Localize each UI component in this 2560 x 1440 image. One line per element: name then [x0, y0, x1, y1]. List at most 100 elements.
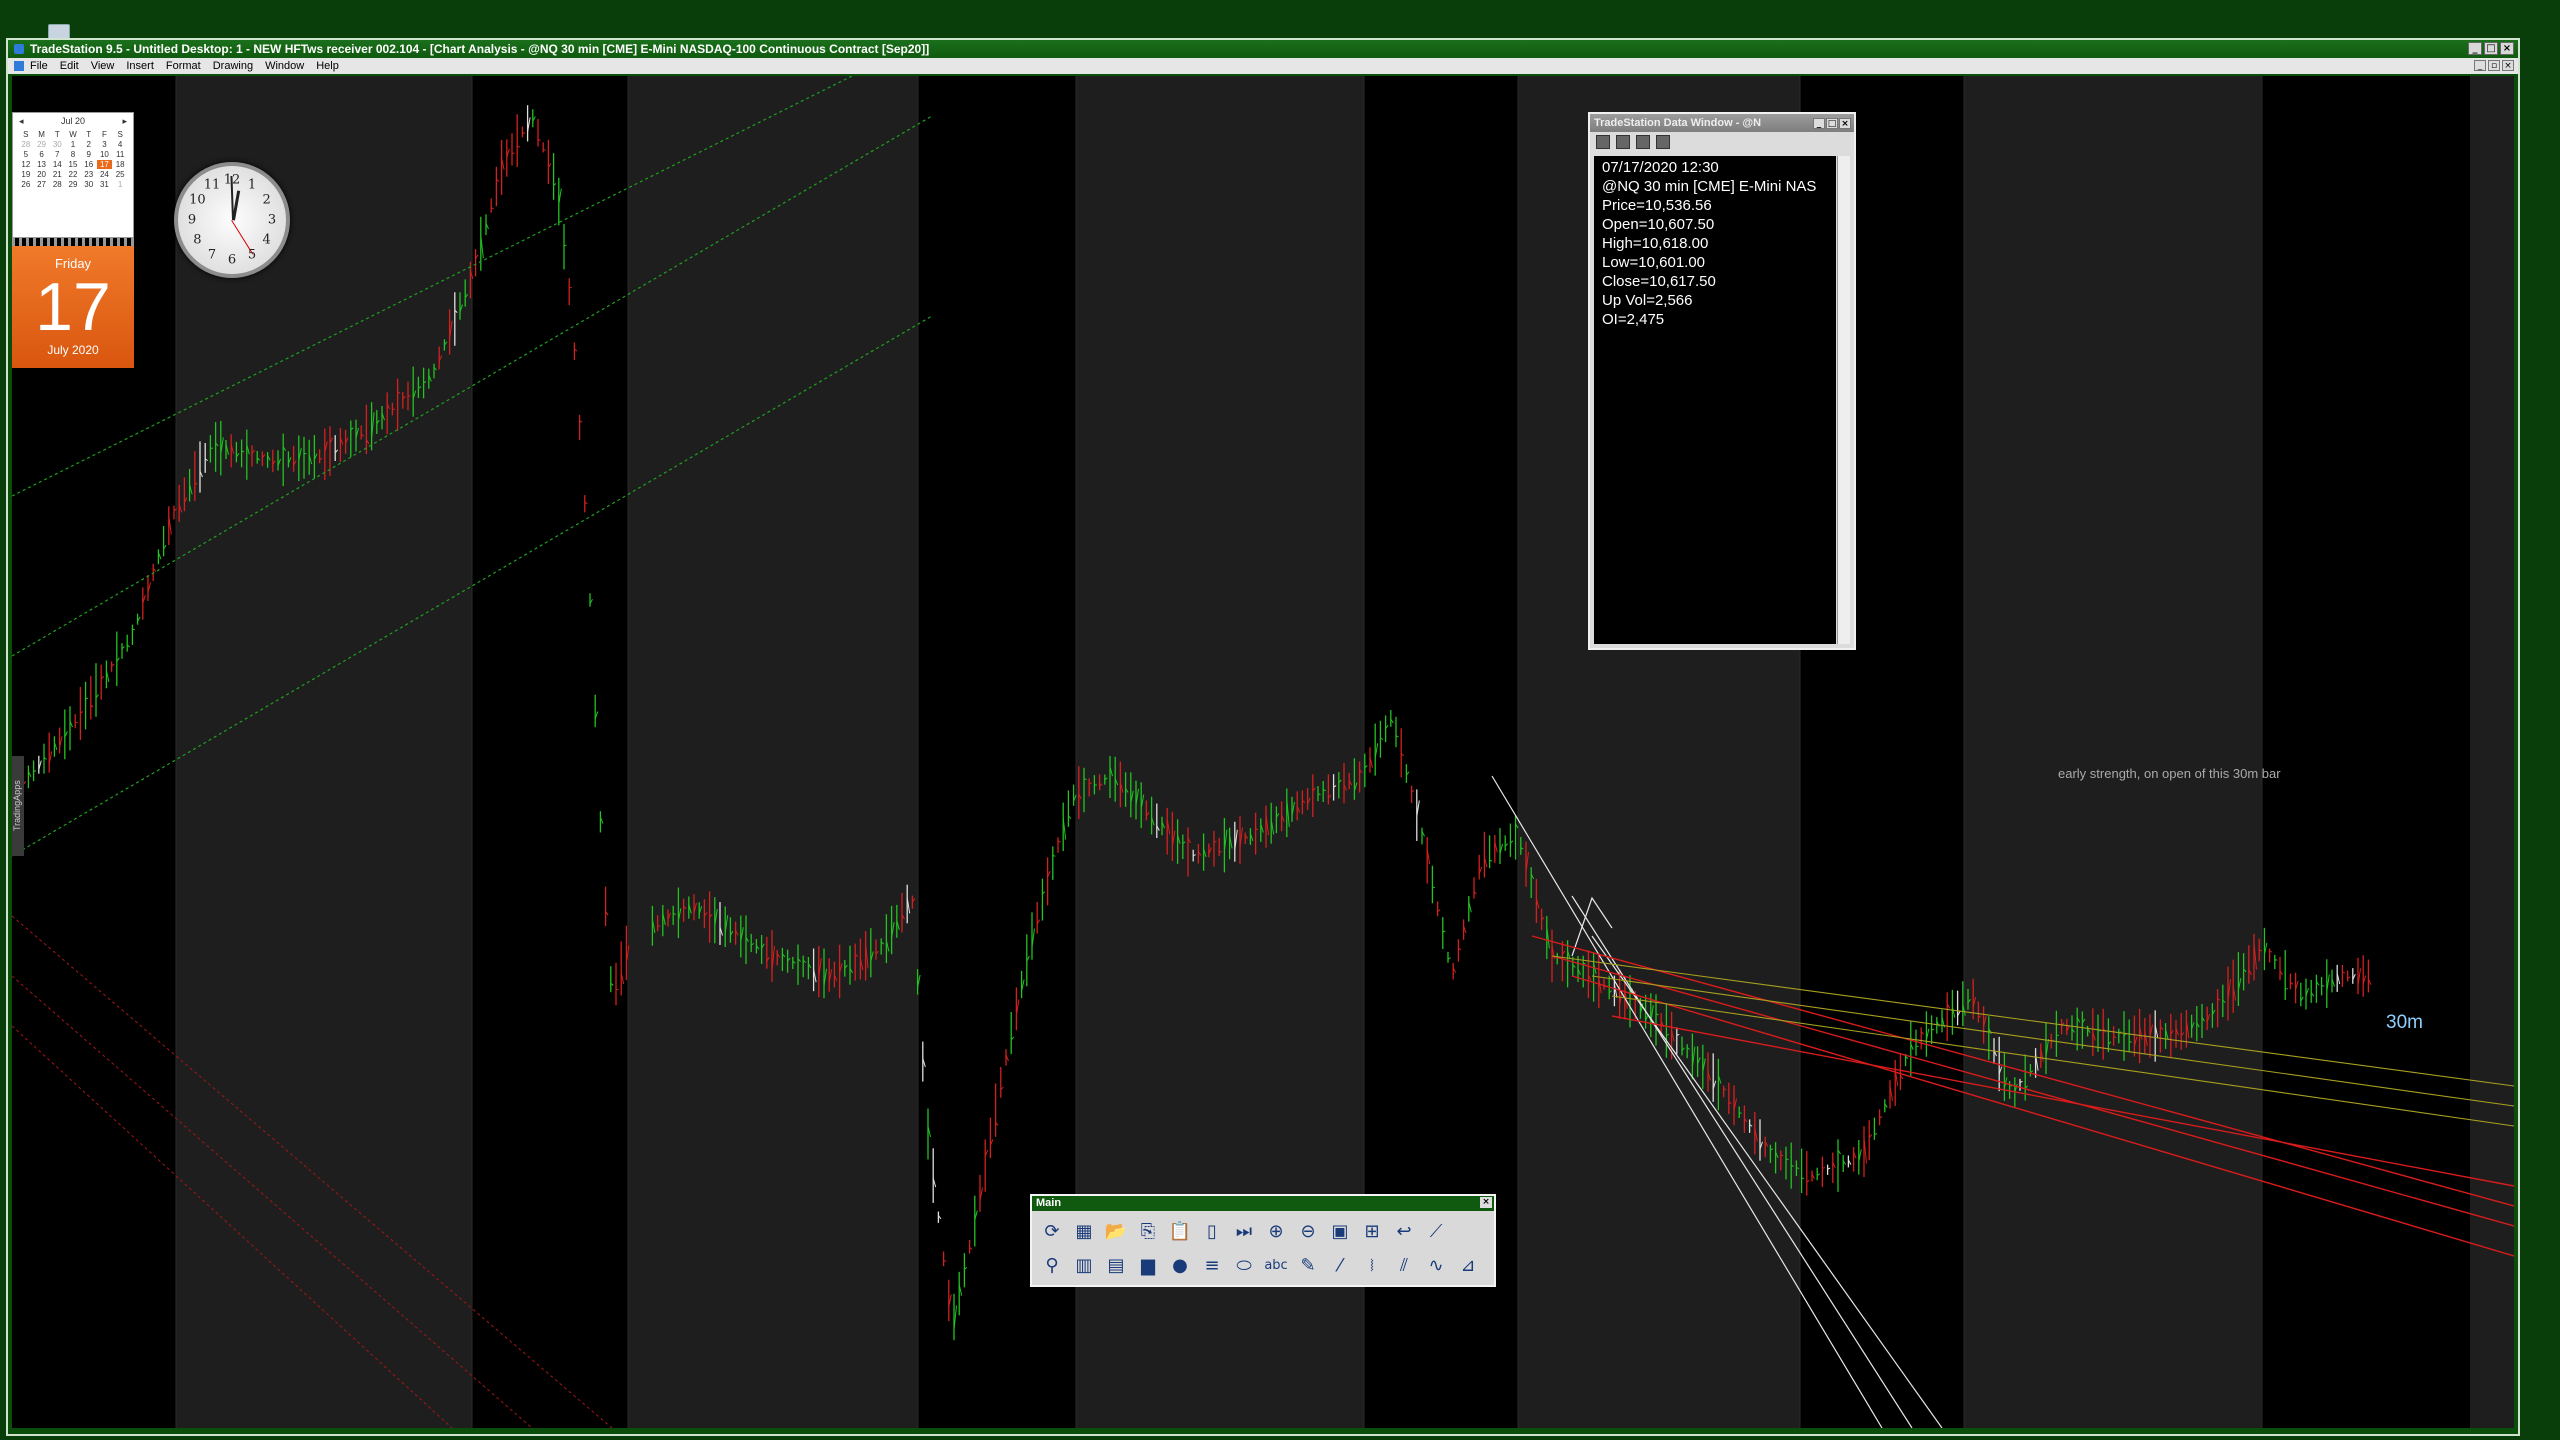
- calendar-date[interactable]: 29: [34, 140, 50, 149]
- dw-maximize-button[interactable]: □: [1826, 117, 1838, 129]
- bars-icon[interactable]: ▥: [1070, 1251, 1098, 1279]
- main-toolbar-close-button[interactable]: ×: [1480, 1197, 1492, 1208]
- ellipse-icon[interactable]: ⬭: [1230, 1251, 1258, 1279]
- calendar-date[interactable]: 1: [112, 180, 128, 189]
- lines-icon[interactable]: ≡: [1198, 1251, 1226, 1279]
- menu-drawing[interactable]: Drawing: [213, 60, 253, 72]
- menu-view[interactable]: View: [91, 60, 115, 72]
- menu-help[interactable]: Help: [316, 60, 339, 72]
- dw-minimize-button[interactable]: _: [1813, 117, 1825, 129]
- zoom-out-icon[interactable]: ⊖: [1294, 1217, 1322, 1245]
- calendar-date[interactable]: 9: [81, 150, 97, 159]
- calendar-date[interactable]: 15: [65, 160, 81, 169]
- print-icon[interactable]: [1616, 135, 1630, 149]
- pencil-icon[interactable]: ✎: [1294, 1251, 1322, 1279]
- new-page-icon[interactable]: ▯: [1198, 1217, 1226, 1245]
- calendar-date[interactable]: 29: [65, 180, 81, 189]
- grid-icon[interactable]: [1636, 135, 1650, 149]
- prev-month-icon[interactable]: ◂: [19, 116, 24, 127]
- calendar-date[interactable]: 11: [112, 150, 128, 159]
- open-icon[interactable]: 📂: [1102, 1217, 1130, 1245]
- menu-insert[interactable]: Insert: [126, 60, 154, 72]
- menu-window[interactable]: Window: [265, 60, 304, 72]
- minimize-button[interactable]: _: [2468, 42, 2482, 55]
- menu-format[interactable]: Format: [166, 60, 201, 72]
- calendar-date[interactable]: 24: [97, 170, 113, 179]
- calendar-date[interactable]: 18: [112, 160, 128, 169]
- calendar-date[interactable]: 5: [18, 150, 34, 159]
- calendar-date[interactable]: 16: [81, 160, 97, 169]
- indicator-icon[interactable]: ⚲: [1038, 1251, 1066, 1279]
- calendar-date[interactable]: 23: [81, 170, 97, 179]
- calendar-date[interactable]: 30: [81, 180, 97, 189]
- data-window-scrollbar[interactable]: [1837, 156, 1850, 644]
- settings-icon[interactable]: [1656, 135, 1670, 149]
- clock-gadget[interactable]: 12 1 2 3 4 5 6 7 8 9 10 11: [174, 162, 290, 278]
- calendar-date[interactable]: 6: [34, 150, 50, 159]
- next-month-icon[interactable]: ▸: [122, 116, 127, 127]
- maximize-button[interactable]: □: [2484, 42, 2498, 55]
- magnet-icon[interactable]: ⊿: [1454, 1251, 1482, 1279]
- zoom-in-icon[interactable]: ⊕: [1262, 1217, 1290, 1245]
- calendar-date[interactable]: 8: [65, 150, 81, 159]
- dw-close-button[interactable]: ×: [1839, 117, 1851, 129]
- close-button[interactable]: ×: [2500, 42, 2514, 55]
- layout-icon[interactable]: ⊞: [1358, 1217, 1386, 1245]
- mdi-close-button[interactable]: ×: [2502, 60, 2514, 71]
- calendar-date[interactable]: 10: [97, 150, 113, 159]
- skip-end-icon[interactable]: ⏭: [1230, 1217, 1258, 1245]
- calendar-gadget[interactable]: ◂ Jul 20 ▸ S M T W T F S 28 29 30 1 2 3 4 5 6 7 8 9 10 11 12 1…: [12, 112, 134, 368]
- calendar-date[interactable]: 14: [49, 160, 65, 169]
- paste-icon[interactable]: 📋: [1166, 1217, 1194, 1245]
- trendline-icon[interactable]: ⟋: [1422, 1217, 1450, 1245]
- calendar-date[interactable]: 7: [49, 150, 65, 159]
- menu-file[interactable]: File: [30, 60, 48, 72]
- calendar-date[interactable]: 22: [65, 170, 81, 179]
- calendar-date[interactable]: 17: [96, 160, 113, 169]
- calendar-date[interactable]: 30: [49, 140, 65, 149]
- window-icon[interactable]: ▤: [1102, 1251, 1130, 1279]
- calendar-date[interactable]: 4: [112, 140, 128, 149]
- refresh-icon[interactable]: ⟳: [1038, 1217, 1066, 1245]
- copy-icon[interactable]: ⎘: [1134, 1217, 1162, 1245]
- mdi-minimize-button[interactable]: _: [2474, 60, 2486, 71]
- calendar-date[interactable]: 26: [18, 180, 34, 189]
- chart-annotation[interactable]: early strength, on open of this 30m bar: [2058, 766, 2281, 781]
- calendar-date[interactable]: 28: [18, 140, 34, 149]
- calendar-day: 17: [35, 269, 111, 345]
- title-bar[interactable]: TradeStation 9.5 - Untitled Desktop: 1 -…: [8, 40, 2518, 58]
- chart-style-icon[interactable]: ▣: [1326, 1217, 1354, 1245]
- wave-icon[interactable]: ∿: [1422, 1251, 1450, 1279]
- calendar-date[interactable]: 27: [34, 180, 50, 189]
- draw-icon[interactable]: ⁄: [1326, 1251, 1354, 1279]
- data-window[interactable]: TradeStation Data Window - @N _ □ × 07/1…: [1588, 112, 1856, 650]
- calendar-date[interactable]: 31: [97, 180, 113, 189]
- close-tick: [2285, 988, 2288, 990]
- mdi-restore-button[interactable]: ▫: [2488, 60, 2500, 71]
- calendar-date[interactable]: 2: [81, 140, 97, 149]
- menu-edit[interactable]: Edit: [60, 60, 79, 72]
- channel-icon[interactable]: ⫽: [1390, 1251, 1418, 1279]
- calendar-date[interactable]: 25: [112, 170, 128, 179]
- calendar-date[interactable]: 3: [97, 140, 113, 149]
- calendar-date[interactable]: 12: [18, 160, 34, 169]
- calendar-date[interactable]: 20: [34, 170, 50, 179]
- fib-icon[interactable]: ⧘: [1358, 1251, 1386, 1279]
- dots-icon[interactable]: ●: [1166, 1251, 1194, 1279]
- trading-apps-tab[interactable]: TradingApps: [12, 756, 24, 856]
- document-icon[interactable]: [14, 61, 24, 71]
- chart-window-icon[interactable]: ▦: [1070, 1217, 1098, 1245]
- data-window-titlebar[interactable]: TradeStation Data Window - @N _ □ ×: [1590, 114, 1854, 132]
- calendar-date[interactable]: 19: [18, 170, 34, 179]
- color-icon[interactable]: ▆: [1134, 1251, 1162, 1279]
- calendar-date[interactable]: 28: [49, 180, 65, 189]
- main-toolbar-titlebar[interactable]: Main ×: [1032, 1196, 1494, 1211]
- calendar-date[interactable]: 1: [65, 140, 81, 149]
- calendar-date[interactable]: 21: [49, 170, 65, 179]
- text-icon[interactable]: abc: [1262, 1251, 1290, 1279]
- data-line: High=10,618.00: [1602, 235, 1709, 252]
- main-toolbar[interactable]: Main × ⟳ ▦ 📂 ⎘ 📋 ▯ ⏭ ⊕ ⊖ ▣ ⊞ ↩ ⟋ ⚲ ▥ ▤ ▆ ● ≡ ⬭ abc ✎ ⁄ ⧘ ⫽ ∿ ⊿: [1030, 1194, 1496, 1287]
- curve-icon[interactable]: ↩: [1390, 1217, 1418, 1245]
- calendar-date[interactable]: 13: [34, 160, 50, 169]
- save-icon[interactable]: [1596, 135, 1610, 149]
